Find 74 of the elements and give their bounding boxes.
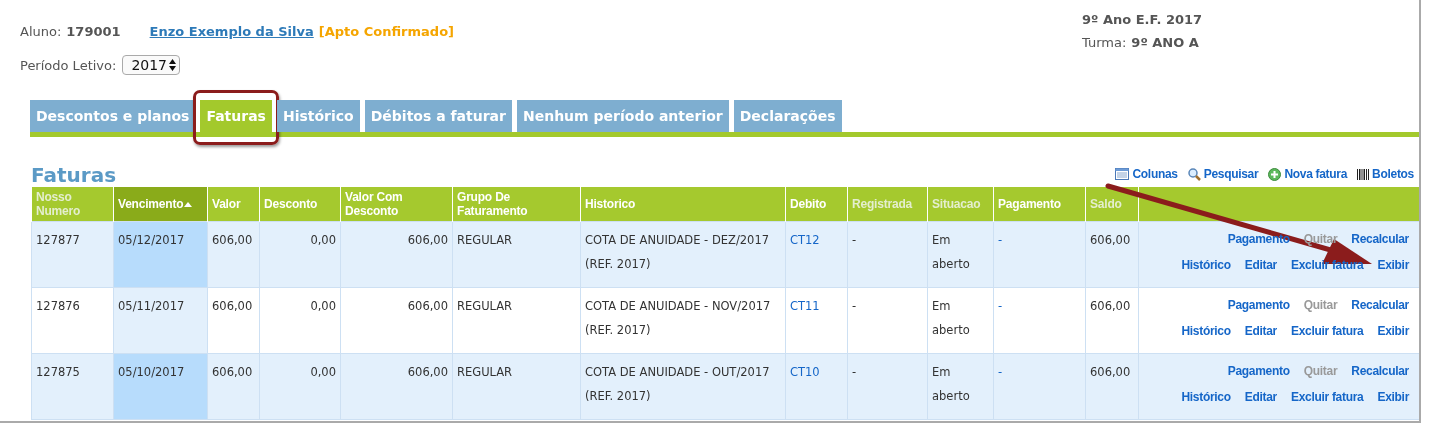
table-cell: 0,00 [310,364,336,379]
table-cell: 606,00 [407,298,448,313]
period-label: Período Letivo: [20,57,117,73]
table-cell: REGULAR [457,298,513,313]
table-cell: 0,00 [310,298,336,313]
table-cell: 05/11/2017 [118,298,185,313]
table-cell: 606,00 [407,364,448,379]
table-cell: 127875 [36,364,80,379]
toolbar-link[interactable]: Pesquisar [1187,167,1259,181]
table-cell: Em aberto [932,232,970,271]
table-cell: 606,00 [1090,298,1131,313]
action-link[interactable]: Pagamento [1227,231,1290,246]
action-link[interactable]: Editar [1244,257,1277,272]
action-link[interactable]: Recalcular [1351,231,1409,246]
action-link[interactable]: Pagamento [1227,297,1290,312]
table-cell: COTA DE ANUIDADE - OUT/2017 (REF. 2017) [585,364,770,403]
barcode-icon [1357,168,1370,180]
table-cell: - [852,298,857,313]
table-cell: 127877 [36,232,80,247]
action-link[interactable]: Pagamento [1227,363,1290,378]
sort-up-icon [184,202,193,208]
action-link[interactable]: Editar [1244,323,1277,338]
table-cell: 606,00 [212,298,253,313]
toolbar-link[interactable]: Colunas [1115,167,1178,181]
action-link[interactable]: Histórico [1181,389,1231,404]
action-link[interactable]: Exibir [1377,257,1409,272]
grade-title: 9º Ano E.F. 2017 [1082,12,1204,27]
cell-link[interactable]: CT10 [790,364,820,379]
table-cell: REGULAR [457,364,513,379]
action-link[interactable]: Recalcular [1351,363,1409,378]
toolbar-link[interactable]: Nova fatura [1268,167,1348,181]
table-cell: - [852,232,857,247]
cell-link[interactable]: - [998,364,1003,379]
table-cell: 606,00 [1090,232,1131,247]
turma-value: 9º ANO A [1131,35,1199,50]
table-cell: 127876 [36,298,80,313]
table-cell: COTA DE ANUIDADE - DEZ/2017 (REF. 2017) [585,232,770,271]
search-icon [1187,167,1201,181]
table-cell: REGULAR [457,232,513,247]
table-cell: 606,00 [212,232,253,247]
table-cell: Em aberto [932,364,970,403]
table-cell: 05/10/2017 [118,364,185,379]
action-link[interactable]: Editar [1244,389,1277,404]
period-select[interactable]: 2017 [122,55,180,75]
table-cell: 606,00 [1090,364,1131,379]
table-cell: - [852,364,857,379]
action-link[interactable]: Recalcular [1351,297,1409,312]
stepper-icon [169,59,176,71]
toolbar-link[interactable]: Boletos [1357,167,1414,181]
table-cell: 0,00 [310,232,336,247]
action-link[interactable]: Exibir [1377,323,1409,338]
plus-circle-icon [1268,167,1282,181]
table-cell: COTA DE ANUIDADE - NOV/2017 (REF. 2017) [585,298,771,337]
action-link[interactable]: Excluir fatura [1290,323,1364,338]
cell-link[interactable]: CT12 [790,232,820,247]
table-cell: 606,00 [212,364,253,379]
action-link[interactable]: Excluir fatura [1290,389,1364,404]
action-link[interactable]: Histórico [1181,257,1231,272]
student-name-link[interactable]: Enzo Exemplo da Silva [149,24,314,39]
column-header[interactable]: Vencimento [113,187,208,221]
student-id: 179001 [66,24,121,39]
student-status: [Apto Confirmado] [318,24,454,39]
section-title: Faturas [31,163,117,187]
action-link[interactable]: Exibir [1377,389,1409,404]
cell-link[interactable]: - [998,298,1003,313]
turma-label: Turma: [1082,35,1127,50]
action-link[interactable]: Histórico [1181,323,1231,338]
cell-link[interactable]: - [998,232,1003,247]
table-cell: Em aberto [932,298,970,337]
student-label: Aluno: [20,24,62,39]
table-cell: 606,00 [407,232,448,247]
table-cell: 05/12/2017 [118,232,185,247]
cell-link[interactable]: CT11 [790,298,820,313]
table-icon [1115,168,1130,180]
